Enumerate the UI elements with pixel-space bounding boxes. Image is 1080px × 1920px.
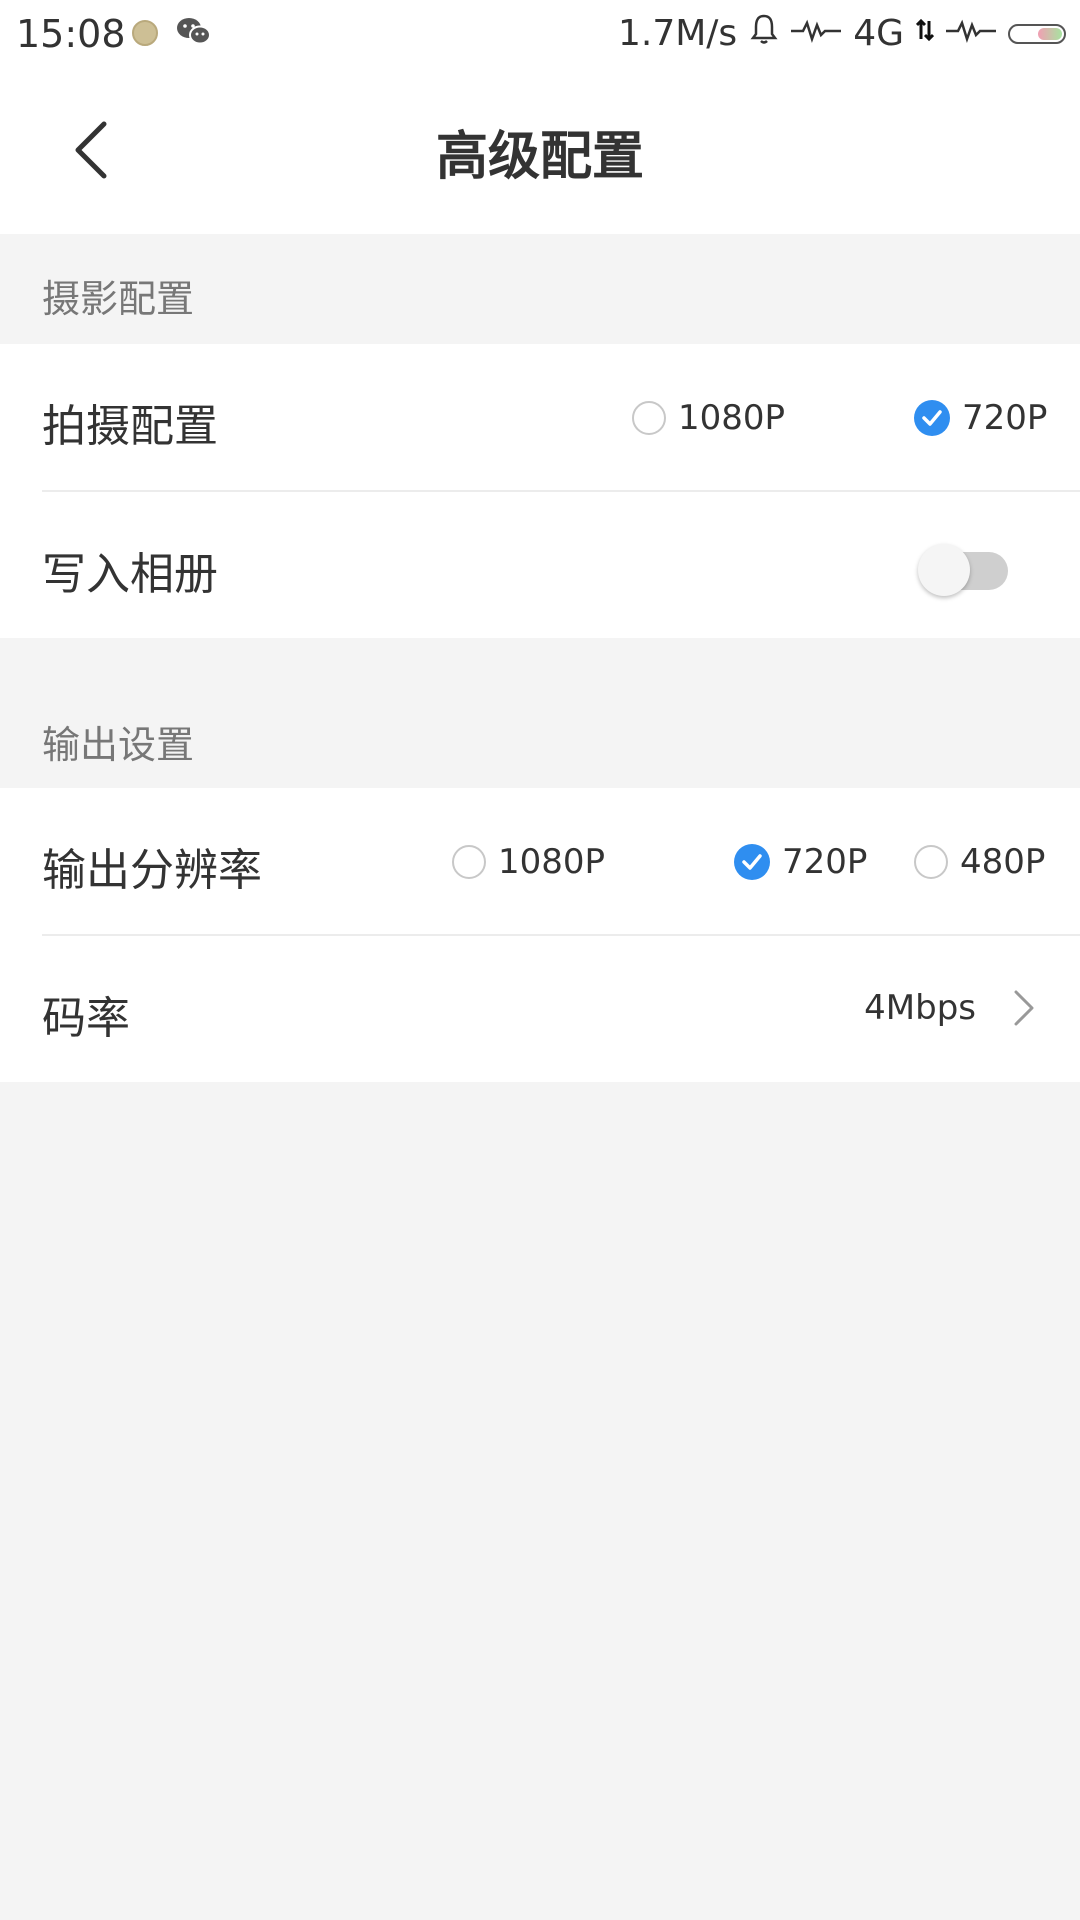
bitrate-value: 4Mbps	[864, 988, 976, 1028]
status-right-group: 1.7M/s 4G	[618, 12, 1066, 55]
row-capture-config: 拍摄配置 1080P 720P	[0, 344, 1080, 492]
notification-dot-icon	[132, 20, 158, 46]
battery-icon	[1008, 23, 1066, 44]
resolution-option-720p[interactable]: 720P	[734, 840, 867, 884]
radio-checked-icon	[914, 400, 950, 436]
network-speed: 1.7M/s	[617, 13, 738, 54]
row-write-album: 写入相册	[0, 492, 1080, 640]
row-output-resolution: 输出分辨率 1080P 720P 480P	[0, 788, 1080, 936]
write-album-toggle[interactable]	[918, 544, 1010, 596]
bell-icon	[749, 12, 779, 55]
network-type: 4G	[853, 13, 904, 54]
row-bitrate[interactable]: 码率 4Mbps	[0, 936, 1080, 1084]
chevron-right-icon	[1012, 988, 1036, 1032]
resolution-option-1080p[interactable]: 1080P	[452, 840, 605, 884]
capture-config-label: 拍摄配置	[42, 401, 218, 452]
section-title-output: 输出设置	[42, 723, 195, 767]
capture-option-720p-label: 720P	[962, 398, 1048, 438]
radio-checked-icon	[734, 844, 770, 880]
radio-unchecked-icon	[632, 401, 666, 435]
section-header-shooting: 摄影配置	[0, 234, 1080, 344]
resolution-option-720p-label: 720P	[782, 842, 868, 882]
bitrate-label: 码率	[42, 993, 130, 1044]
page-title: 高级配置	[435, 127, 644, 187]
capture-option-1080p-label: 1080P	[678, 398, 786, 438]
toggle-knob	[918, 544, 970, 596]
resolution-option-480p[interactable]: 480P	[914, 840, 1045, 884]
capture-option-720p[interactable]: 720P	[914, 396, 1047, 440]
status-bar: 15:08 1.7M/s 4G	[0, 0, 1080, 70]
resolution-option-480p-label: 480P	[960, 842, 1046, 882]
radio-unchecked-icon	[914, 845, 948, 879]
wechat-icon	[176, 14, 212, 55]
section-header-output: 输出设置	[0, 638, 1080, 788]
nav-bar: 高级配置	[0, 70, 1080, 234]
capture-option-1080p[interactable]: 1080P	[632, 396, 785, 440]
group-shooting: 拍摄配置 1080P 720P 写入相册	[0, 344, 1080, 638]
signal-icon	[791, 13, 842, 54]
data-arrows-icon	[915, 13, 935, 54]
signal-icon	[946, 13, 996, 54]
group-output: 输出分辨率 1080P 720P 480P 码率 4Mbps	[0, 788, 1080, 1082]
radio-unchecked-icon	[452, 845, 486, 879]
output-resolution-label: 输出分辨率	[42, 845, 262, 896]
resolution-option-1080p-label: 1080P	[498, 842, 606, 882]
write-album-label: 写入相册	[42, 549, 218, 600]
status-time: 15:08	[16, 12, 126, 56]
section-title-shooting: 摄影配置	[42, 277, 195, 321]
